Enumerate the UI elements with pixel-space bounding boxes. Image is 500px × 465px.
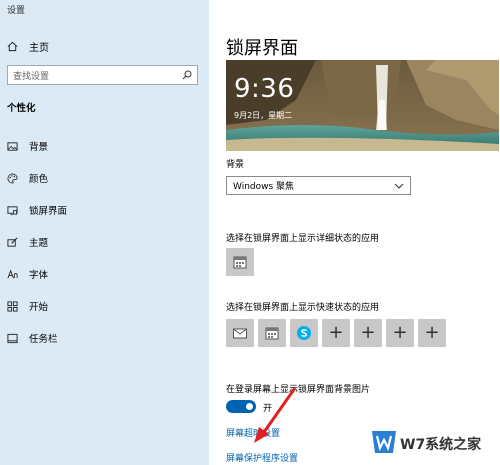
red-arrow-annotation [254,387,297,443]
quick-status-calendar-button[interactable] [258,319,286,347]
sidebar-item-home[interactable]: 主页 [7,38,49,54]
search-input[interactable]: 查找设置 [7,65,198,85]
sidebar-item-label: 任务栏 [29,334,58,345]
search-placeholder: 查找设置 [13,71,50,82]
sidebar-item-fonts[interactable]: 字体 [7,266,48,282]
section-title: 个性化 [7,103,36,114]
page-title: 锁屏界面 [226,38,298,59]
sidebar-item-colors[interactable]: 颜色 [7,170,48,186]
calendar-icon [233,256,247,269]
font-icon [7,269,18,278]
sidebar: 设置 主页 查找设置 个性化 背景 颜色 锁屏界面 主题 字体 开始 任务栏 [0,0,209,465]
taskbar-icon [7,333,18,343]
sidebar-item-taskbar[interactable]: 任务栏 [7,330,58,346]
plus-icon: + [392,322,408,343]
quick-status-add-button[interactable]: + [386,319,414,347]
app-title: 设置 [7,6,26,16]
quick-status-add-button[interactable]: + [418,319,446,347]
sidebar-item-background[interactable]: 背景 [7,138,48,154]
preview-date: 9月2日，星期二 [234,111,293,120]
sidebar-item-label: 锁屏界面 [29,206,68,217]
start-grid-icon [7,300,18,312]
sidebar-item-label: 主题 [29,238,49,249]
search-icon[interactable] [182,70,192,80]
quick-status-add-button[interactable]: + [354,319,382,347]
sidebar-item-label: 开始 [29,302,49,313]
mail-icon [233,328,247,339]
plus-icon: + [328,322,344,343]
calendar-icon [265,327,279,340]
screensaver-settings-link[interactable]: 屏幕保护程序设置 [226,451,298,464]
sidebar-item-start[interactable]: 开始 [7,298,48,314]
sidebar-item-label: 字体 [29,270,49,281]
sidebar-item-label: 主页 [29,42,49,54]
detail-status-label: 选择在锁屏界面上显示详细状态的应用 [226,234,380,244]
background-select[interactable]: Windows 聚焦 [226,176,411,195]
chevron-down-icon [394,183,404,189]
watermark-logo-icon [372,431,396,453]
palette-icon [7,173,18,183]
sidebar-item-lock-screen[interactable]: 锁屏界面 [7,202,67,218]
sidebar-item-themes[interactable]: 主题 [7,234,48,250]
background-select-value: Windows 聚焦 [233,182,295,192]
lock-screen-preview: 9:36 9月2日，星期二 [226,60,499,151]
skype-icon [297,326,311,340]
plus-icon: + [360,322,376,343]
preview-clock: 9:36 [234,74,295,104]
detail-status-app-button[interactable] [226,248,254,276]
sidebar-item-label: 背景 [29,142,49,153]
quick-status-skype-button[interactable] [290,319,318,347]
brush-icon [7,237,18,247]
image-icon [7,141,18,151]
quick-status-mail-button[interactable] [226,319,254,347]
quick-status-add-button[interactable]: + [322,319,350,347]
quick-status-label: 选择在锁屏界面上显示快速状态的应用 [226,303,380,313]
lock-screen-icon [7,205,18,215]
plus-icon: + [424,322,440,343]
background-label: 背景 [226,160,245,170]
sidebar-item-label: 颜色 [29,174,49,185]
watermark-text: W7系统之家 [400,437,482,453]
home-icon [7,41,18,51]
